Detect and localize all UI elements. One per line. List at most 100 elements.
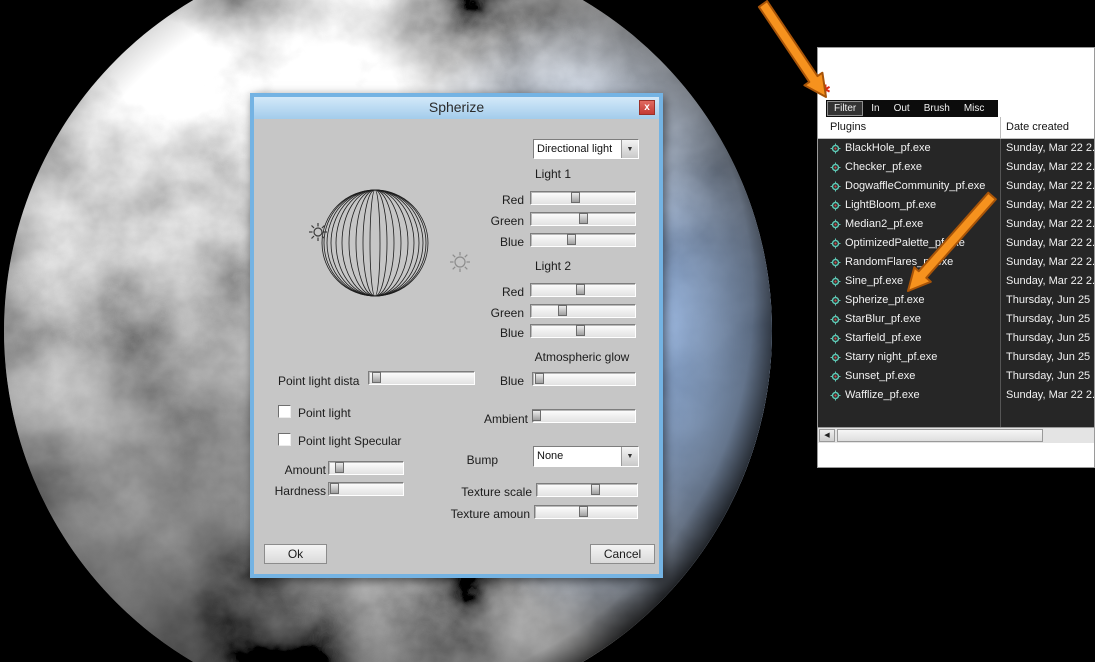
point-light-specular-label: Point light Specular	[298, 434, 448, 448]
tab-filter[interactable]: Filter	[827, 101, 863, 116]
plugin-row[interactable]: Sunset_pf.exe Thursday, Jun 25	[818, 367, 1094, 386]
light1-red-slider[interactable]	[530, 191, 636, 205]
slider-thumb[interactable]	[579, 506, 588, 517]
plugin-row[interactable]: Wafflize_pf.exe Sunday, Mar 22 2...	[818, 386, 1094, 405]
bump-dropdown[interactable]: None ▼	[533, 446, 639, 467]
light2-green-slider[interactable]	[530, 304, 636, 318]
light1-blue-slider[interactable]	[530, 233, 636, 247]
plugin-date: Thursday, Jun 25	[1006, 313, 1094, 325]
plugin-date: Thursday, Jun 25	[1006, 332, 1094, 344]
ambient-slider[interactable]	[532, 409, 636, 423]
column-date-created[interactable]: Date created	[1006, 121, 1069, 133]
plugin-list-header: Plugins Date created	[818, 117, 1094, 139]
tab-misc[interactable]: Misc	[958, 102, 991, 115]
plugin-row[interactable]: OptimizedPalette_pf.exe Sunday, Mar 22 2…	[818, 234, 1094, 253]
chevron-down-icon[interactable]: ▼	[621, 140, 638, 158]
plugin-row[interactable]: StarBlur_pf.exe Thursday, Jun 25	[818, 310, 1094, 329]
tab-out[interactable]: Out	[888, 102, 916, 115]
plugin-name: DogwaffleCommunity_pf.exe	[845, 180, 998, 192]
dialog-title: Spherize	[254, 97, 659, 118]
plugin-name: RandomFlares_pf.exe	[845, 256, 998, 268]
texture-scale-label: Texture scale	[434, 485, 532, 499]
point-light-distance-label: Point light dista	[278, 374, 368, 388]
plugin-gear-icon	[830, 162, 841, 173]
light2-blue-slider[interactable]	[530, 324, 636, 338]
scrollbar-thumb[interactable]	[837, 429, 1043, 442]
plugin-gear-icon	[830, 333, 841, 344]
atmospheric-glow-label: Atmospheric glow	[526, 350, 638, 364]
plugin-gear-icon	[830, 200, 841, 211]
plugin-name: Sunset_pf.exe	[845, 370, 998, 382]
plugin-date: Sunday, Mar 22 2...	[1006, 275, 1094, 287]
horizontal-scrollbar[interactable]: ◀	[818, 427, 1094, 443]
plugin-row[interactable]: Starry night_pf.exe Thursday, Jun 25	[818, 348, 1094, 367]
atmos-blue-slider[interactable]	[532, 372, 636, 386]
plugin-name: Wafflize_pf.exe	[845, 389, 998, 401]
plugin-date: Sunday, Mar 22 2...	[1006, 199, 1094, 211]
slider-thumb[interactable]	[591, 484, 600, 495]
slider-thumb[interactable]	[335, 462, 344, 473]
point-light-specular-checkbox[interactable]	[278, 433, 291, 446]
plugin-gear-icon	[830, 352, 841, 363]
slider-thumb[interactable]	[535, 373, 544, 384]
plugin-row[interactable]: RandomFlares_pf.exe Sunday, Mar 22 2...	[818, 253, 1094, 272]
texture-amount-slider[interactable]	[534, 505, 638, 519]
point-light-distance-slider[interactable]	[368, 371, 475, 385]
amount-slider[interactable]	[328, 461, 404, 475]
light2-red-slider[interactable]	[530, 283, 636, 297]
close-button[interactable]: x	[639, 100, 655, 115]
plugin-gear-icon	[830, 257, 841, 268]
plugin-date: Sunday, Mar 22 2...	[1006, 256, 1094, 268]
hardness-label: Hardness	[266, 484, 326, 498]
plugin-gear-icon	[830, 314, 841, 325]
slider-thumb[interactable]	[579, 213, 588, 224]
plugin-row[interactable]: Median2_pf.exe Sunday, Mar 22 2...	[818, 215, 1094, 234]
point-light-checkbox-label: Point light	[298, 406, 418, 420]
bump-value: None	[534, 447, 621, 466]
slider-thumb[interactable]	[532, 410, 541, 421]
texture-amount-label: Texture amoun	[422, 507, 530, 521]
tab-brush[interactable]: Brush	[918, 102, 956, 115]
light-type-value: Directional light	[534, 140, 621, 158]
sun-icon-left	[309, 223, 327, 241]
light2-green-label: Green	[450, 306, 524, 320]
slider-thumb[interactable]	[372, 372, 381, 383]
hardness-slider[interactable]	[328, 482, 404, 496]
plugin-gear-icon	[830, 181, 841, 192]
scroll-left-button[interactable]: ◀	[819, 429, 835, 442]
light1-green-slider[interactable]	[530, 212, 636, 226]
texture-scale-slider[interactable]	[536, 483, 638, 497]
plugin-row[interactable]: Checker_pf.exe Sunday, Mar 22 2...	[818, 158, 1094, 177]
ok-button[interactable]: Ok	[264, 544, 327, 564]
cancel-button[interactable]: Cancel	[590, 544, 655, 564]
plugin-name: OptimizedPalette_pf.exe	[845, 237, 998, 249]
plugin-row[interactable]: BlackHole_pf.exe Sunday, Mar 22 2...	[818, 139, 1094, 158]
plugin-date: Sunday, Mar 22 2...	[1006, 180, 1094, 192]
plugin-row[interactable]: LightBloom_pf.exe Sunday, Mar 22 2...	[818, 196, 1094, 215]
plugin-row[interactable]: Spherize_pf.exe Thursday, Jun 25	[818, 291, 1094, 310]
plugin-name: Starry night_pf.exe	[845, 351, 998, 363]
point-light-checkbox[interactable]	[278, 405, 291, 418]
light2-section-label: Light 2	[508, 259, 598, 273]
slider-thumb[interactable]	[567, 234, 576, 245]
plugin-row[interactable]: DogwaffleCommunity_pf.exe Sunday, Mar 22…	[818, 177, 1094, 196]
plugin-gear-icon	[830, 390, 841, 401]
light1-red-label: Red	[450, 193, 524, 207]
tab-in[interactable]: In	[865, 102, 885, 115]
plugin-name: StarBlur_pf.exe	[845, 313, 998, 325]
dialog-titlebar[interactable]: Spherize x	[254, 97, 659, 119]
plugin-row[interactable]: Sine_pf.exe Sunday, Mar 22 2...	[818, 272, 1094, 291]
slider-thumb[interactable]	[558, 305, 567, 316]
plugin-tool-icon[interactable]: ✱	[820, 82, 831, 98]
slider-thumb[interactable]	[576, 284, 585, 295]
plugin-row[interactable]: Starfield_pf.exe Thursday, Jun 25	[818, 329, 1094, 348]
slider-thumb[interactable]	[571, 192, 580, 203]
chevron-down-icon[interactable]: ▼	[621, 447, 638, 466]
slider-thumb[interactable]	[330, 483, 339, 494]
plugin-gear-icon	[830, 371, 841, 382]
light-type-dropdown[interactable]: Directional light ▼	[533, 139, 639, 159]
plugin-name: BlackHole_pf.exe	[845, 142, 998, 154]
column-plugins[interactable]: Plugins	[830, 121, 866, 133]
slider-thumb[interactable]	[576, 325, 585, 336]
spherize-dialog: Spherize x Directional light ▼	[250, 93, 663, 578]
